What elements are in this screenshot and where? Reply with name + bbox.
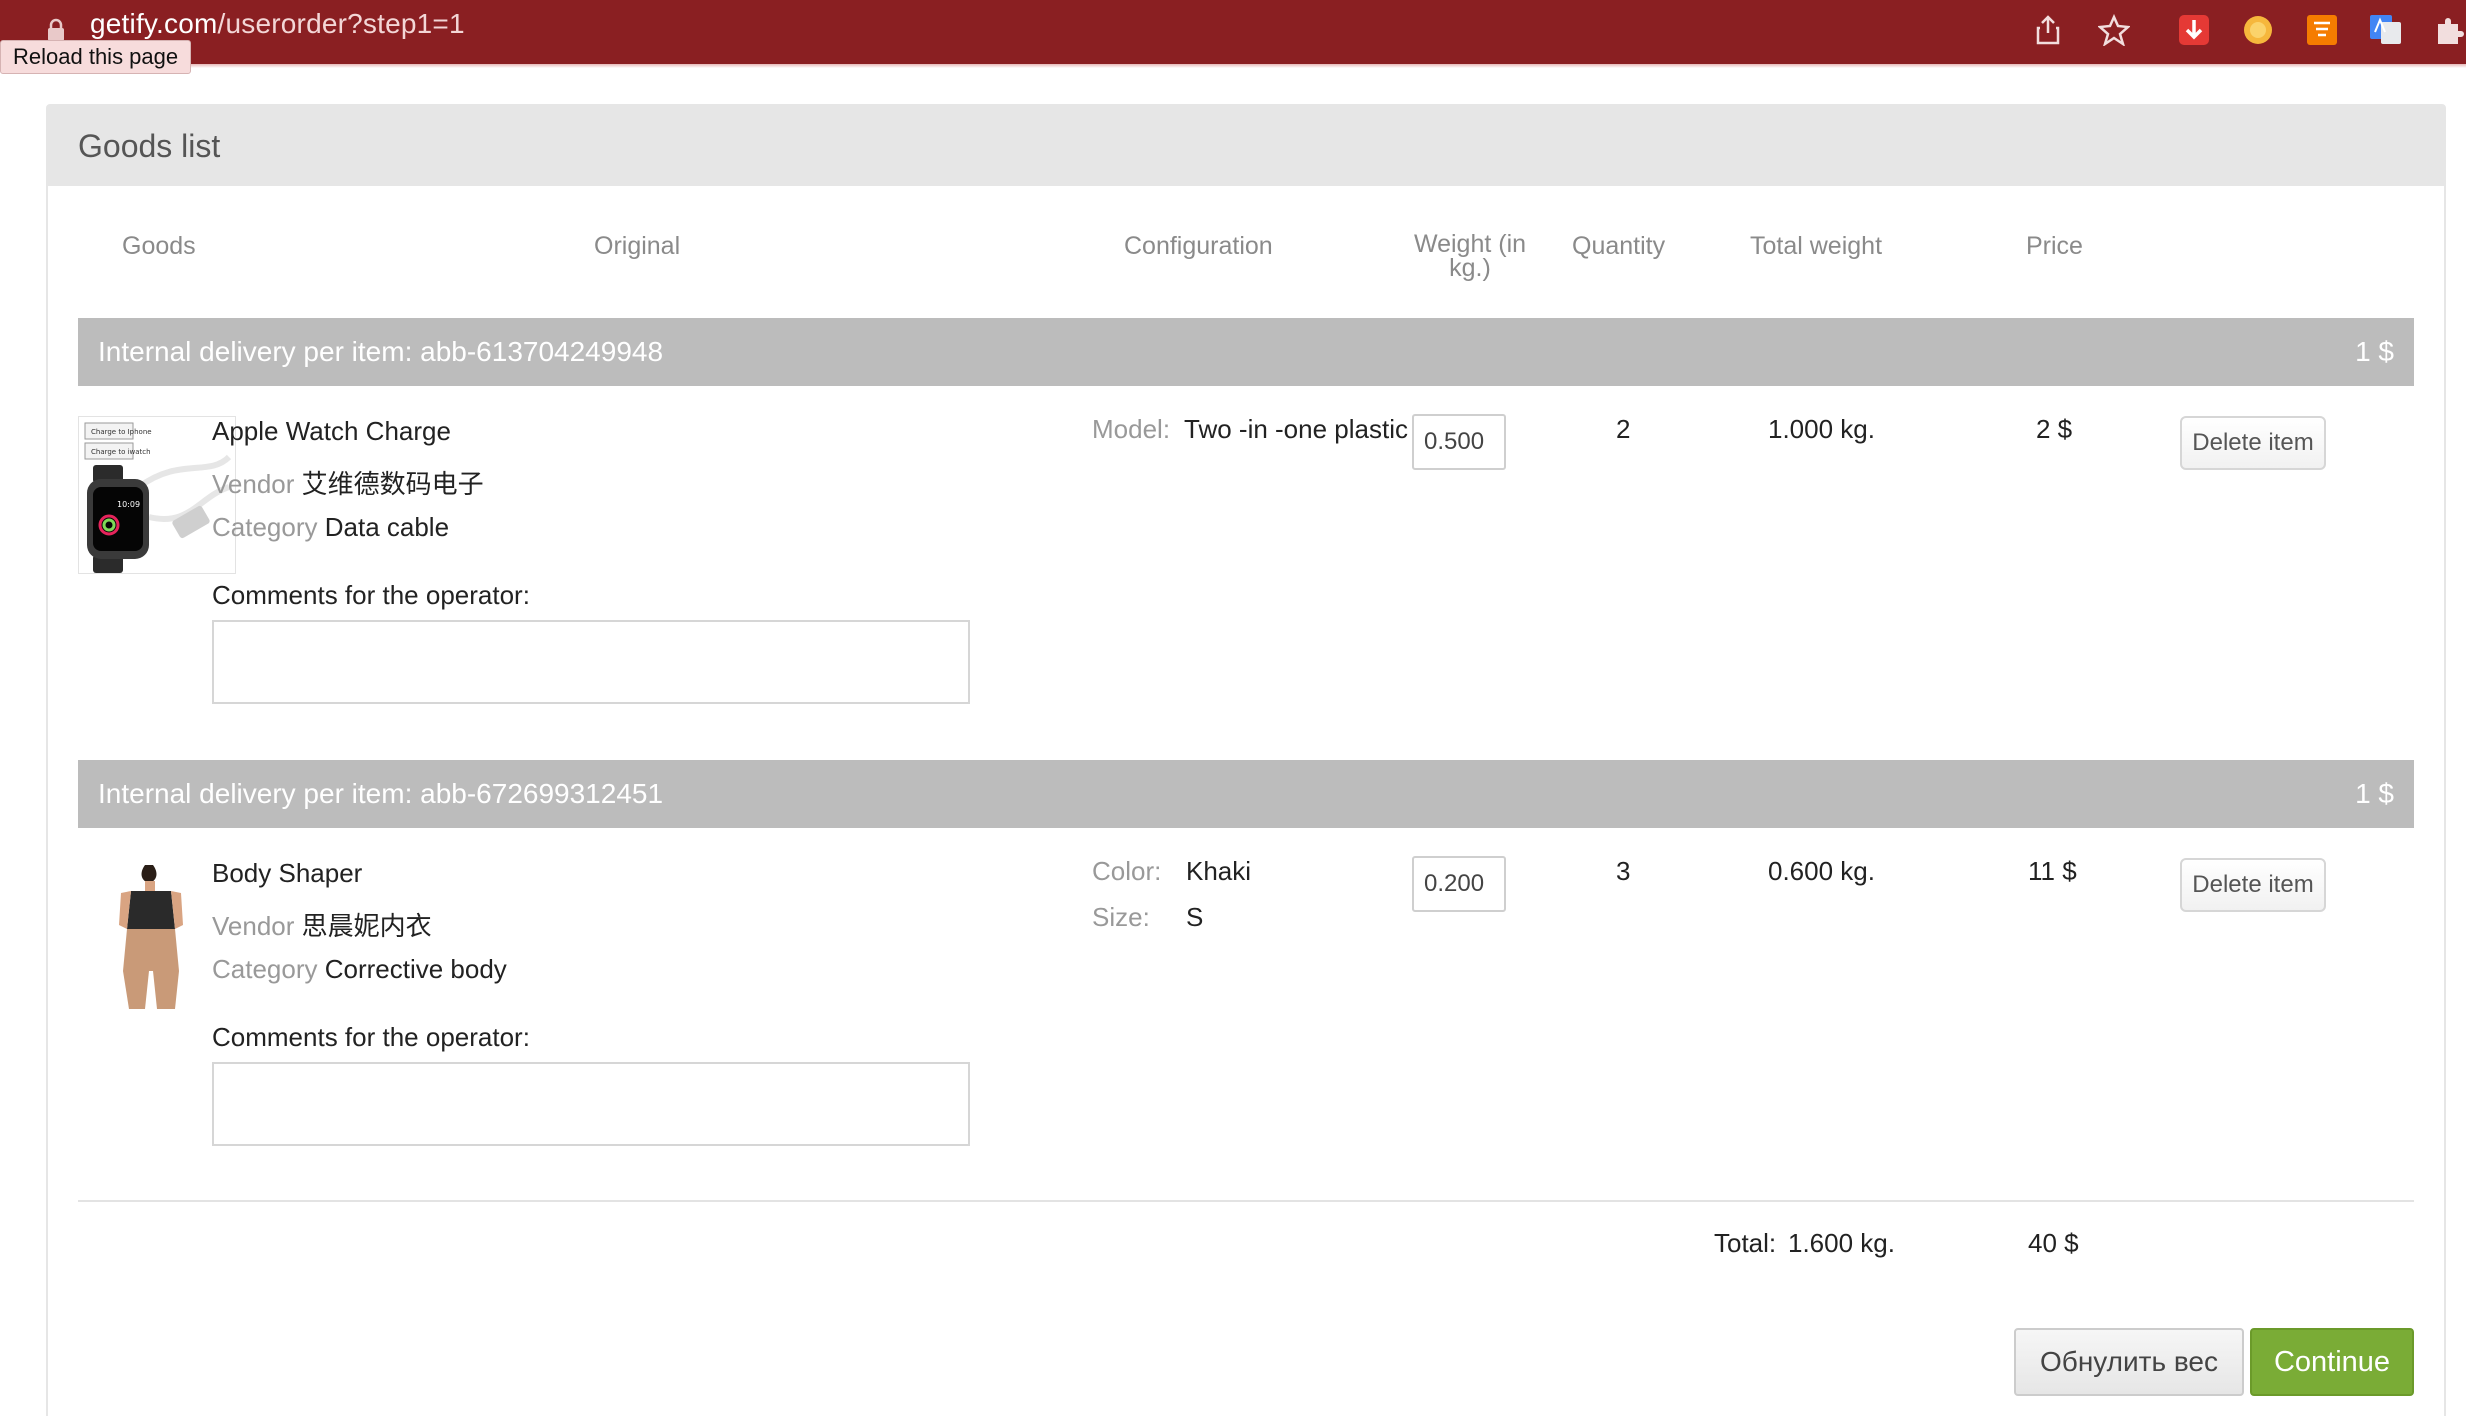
column-header-original: Original [594, 232, 681, 260]
comments-label: Comments for the operator: [212, 1022, 530, 1052]
category-label: Category [212, 512, 318, 542]
total-price: 40 $ [2028, 1228, 2079, 1258]
total-weight-value: 1.000 kg. [1768, 414, 1875, 444]
delivery-price: 1 $ [2355, 336, 2394, 367]
url-path: /userorder?step1=1 [217, 8, 465, 39]
product-name[interactable]: Body Shaper [212, 858, 362, 889]
column-header-price: Price [2026, 232, 2083, 260]
category-row: Category Data cable [212, 512, 449, 543]
delivery-bar: Internal delivery per item: abb-61370424… [78, 318, 2414, 386]
total-weight: 1.600 kg. [1788, 1228, 1895, 1258]
translate-extension-icon[interactable] [2368, 12, 2404, 48]
vendor-label: Vendor [212, 911, 295, 941]
image-watch-time: 10:09 [117, 500, 140, 509]
column-header-configuration: Configuration [1124, 232, 1273, 260]
category-label: Category [212, 954, 318, 984]
image-label-2: Charge to iwatch [91, 448, 151, 456]
continue-button[interactable]: Continue [2250, 1328, 2414, 1396]
comments-label: Comments for the operator: [212, 580, 530, 610]
delivery-label: Internal delivery per item: abb-61370424… [98, 336, 664, 367]
vendor-value: 思晨妮内衣 [301, 911, 432, 941]
config-value: Khaki [1186, 856, 1252, 886]
image-label-1: Charge to Iphone [91, 428, 152, 436]
column-header-weight: Weight (in kg.) [1400, 230, 1540, 282]
lock-icon[interactable] [46, 18, 66, 42]
total-label: Total: [1714, 1228, 1777, 1258]
config-label: Color: [1092, 856, 1162, 886]
comments-textarea[interactable] [212, 620, 970, 704]
toolbar-shadow [0, 64, 2466, 68]
config-label: Size: [1092, 902, 1150, 932]
config-value: Two -in -one plastic [1184, 414, 1408, 444]
delivery-bar: Internal delivery per item: abb-67269931… [78, 760, 2414, 828]
config-value: S [1186, 902, 1204, 932]
quantity-value: 3 [1616, 856, 1631, 886]
reset-weight-button[interactable]: Обнулить вес [2014, 1328, 2244, 1396]
product-name[interactable]: Apple Watch Charge [212, 416, 451, 447]
column-header-quantity: Quantity [1572, 232, 1666, 260]
bookmark-star-icon[interactable] [2096, 12, 2132, 48]
weight-input[interactable]: 0.500 [1412, 414, 1506, 470]
share-icon[interactable] [2030, 12, 2066, 48]
orange-extension-icon[interactable] [2240, 12, 2276, 48]
delivery-label: Internal delivery per item: abb-67269931… [98, 778, 664, 809]
column-header-total-weight: Total weight [1750, 232, 1883, 260]
column-header-weight-line1: Weight (in [1413, 230, 1527, 258]
column-header-goods: Goods [122, 232, 196, 260]
config-label: Model: [1092, 414, 1171, 444]
price-value: 2 $ [2036, 414, 2073, 444]
browser-toolbar: getify.com/userorder?step1=1 [0, 0, 2466, 64]
shopping-extension-icon[interactable] [2304, 12, 2340, 48]
comments-textarea[interactable] [212, 1062, 970, 1146]
delete-item-button[interactable]: Delete item [2180, 858, 2326, 912]
page-title: Goods list [78, 127, 221, 164]
download-extension-icon[interactable] [2176, 12, 2212, 48]
category-value: Corrective body [324, 954, 507, 984]
goods-list-panel: Goods list Goods Original Configuration … [46, 104, 2446, 1416]
delete-item-button[interactable]: Delete item [2180, 416, 2326, 470]
totals-divider [78, 1200, 2414, 1202]
address-bar[interactable]: getify.com/userorder?step1=1 [90, 8, 465, 40]
quantity-value: 2 [1616, 414, 1631, 444]
extensions-puzzle-icon[interactable] [2432, 12, 2466, 48]
vendor-row: Vendor 艾维德数码电子 [212, 464, 484, 501]
reload-tooltip: Reload this page [0, 40, 192, 74]
url-host: getify.com [90, 8, 218, 39]
category-value: Data cable [324, 512, 450, 542]
category-row: Category Corrective body [212, 954, 507, 985]
vendor-row: Vendor 思晨妮内衣 [212, 906, 432, 943]
vendor-value: 艾维德数码电子 [301, 469, 484, 499]
total-weight-value: 0.600 kg. [1768, 856, 1875, 886]
price-value: 11 $ [2028, 856, 2077, 886]
panel-header: Goods list [48, 106, 2444, 186]
column-header-weight-line2: kg.) [1449, 254, 1491, 282]
vendor-label: Vendor [212, 469, 295, 499]
delivery-price: 1 $ [2355, 778, 2394, 809]
weight-input[interactable]: 0.200 [1412, 856, 1506, 912]
